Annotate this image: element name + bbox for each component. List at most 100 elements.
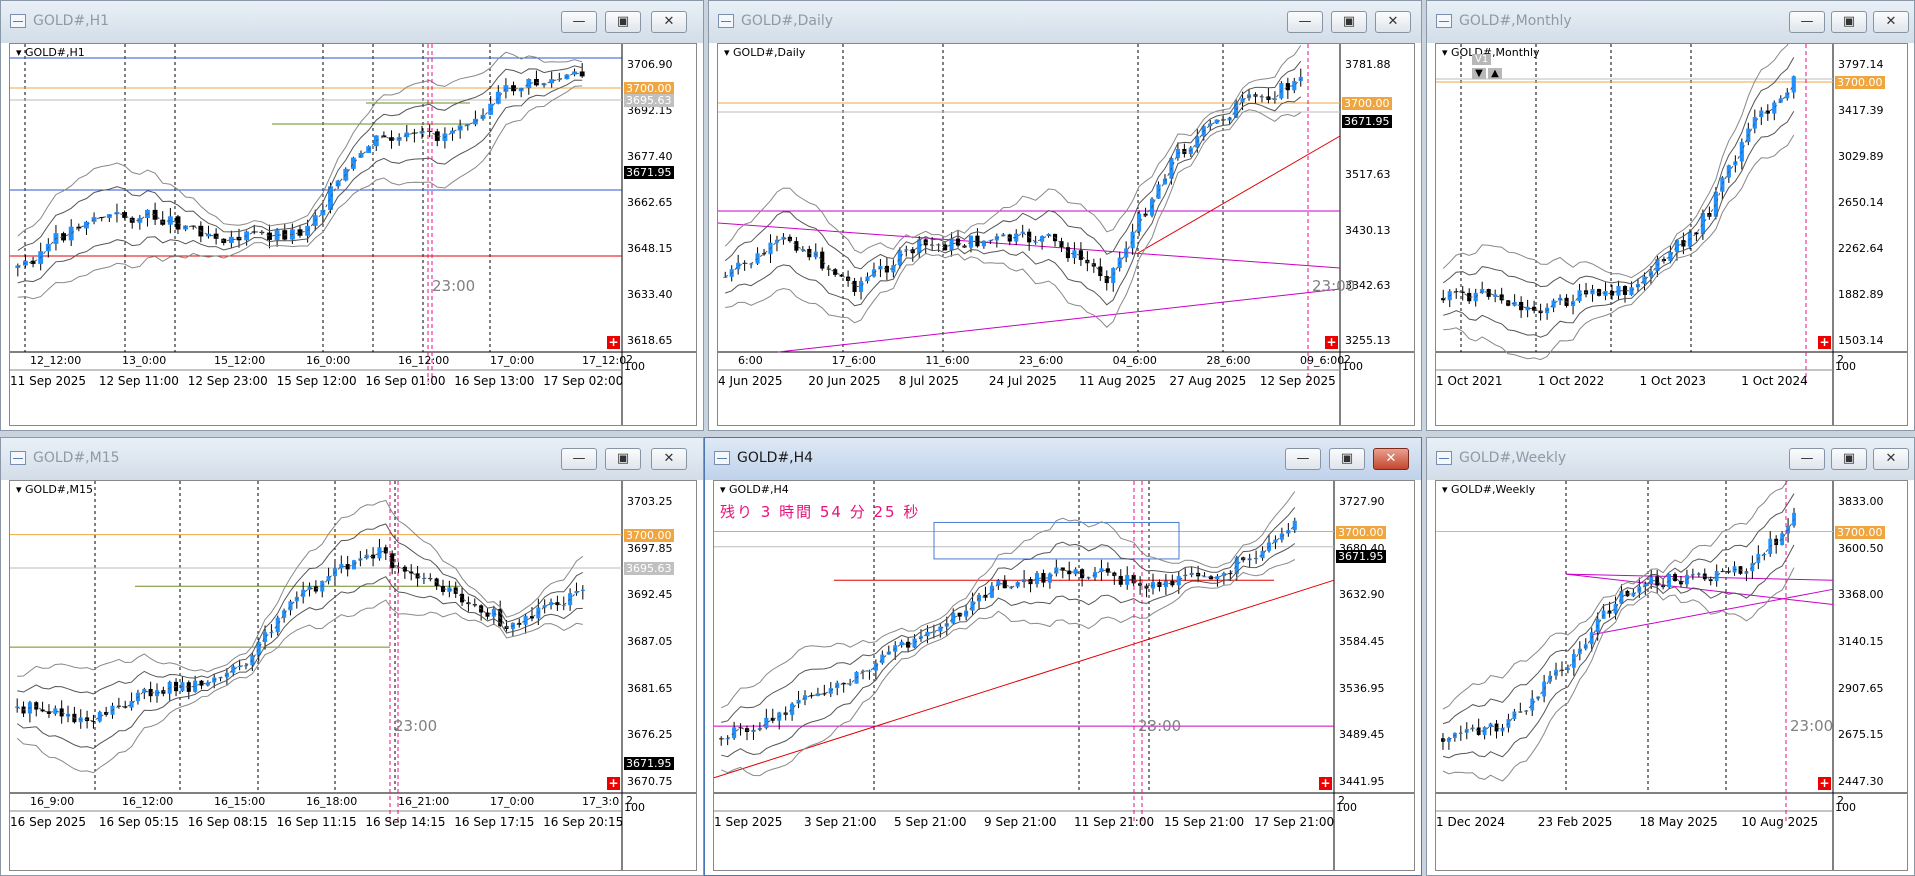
window-title: GOLD#,H1 xyxy=(33,13,110,29)
add-indicator-button[interactable]: + xyxy=(1818,777,1831,790)
candle-body xyxy=(1714,571,1719,582)
time-axis-label: 16_12:00 xyxy=(398,354,450,367)
chart-pane-h4[interactable]: ▾ GOLD#,H4 残り 3 時間 54 分 25 秒 3727.90 3680… xyxy=(713,480,1415,871)
candlestick-chart-svg[interactable] xyxy=(10,481,697,871)
maximize-button[interactable]: ▣ xyxy=(1831,11,1867,33)
add-indicator-button[interactable]: + xyxy=(607,777,620,790)
maximize-button[interactable]: ▣ xyxy=(605,11,641,33)
candle-body xyxy=(1111,268,1116,284)
chart-window-icon xyxy=(10,451,26,465)
candlestick-chart-svg[interactable] xyxy=(10,44,697,426)
session-time-label: 23:00 xyxy=(1312,277,1356,295)
add-indicator-button[interactable]: + xyxy=(607,336,620,349)
candle-body xyxy=(970,601,975,611)
close-button[interactable]: ✕ xyxy=(651,448,687,470)
price-tag-grey: 3695.63 xyxy=(624,562,674,576)
candle-body xyxy=(1655,576,1660,586)
candle-body xyxy=(955,238,961,246)
symbol-text: GOLD#,Weekly xyxy=(1451,483,1536,496)
candle-body xyxy=(288,601,293,611)
session-time-label: 23:00 xyxy=(394,717,438,735)
price-axis-label: 3648.15 xyxy=(627,242,673,255)
chart-pane-weekly[interactable]: ▾ GOLD#,Weekly 3833.00 3600.50 3368.00 3140… xyxy=(1435,480,1908,871)
maximize-button[interactable]: ▣ xyxy=(1831,448,1867,470)
window-monthly[interactable]: GOLD#,Monthly — ▣ ✕ ▾ GOLD#,Monthly V1 ▼… xyxy=(1426,0,1915,431)
titlebar-m15[interactable]: GOLD#,M15 — ▣ ✕ xyxy=(1,438,703,480)
candle-body xyxy=(833,269,838,275)
candlestick-chart-svg[interactable] xyxy=(718,44,1415,426)
add-indicator-button[interactable]: + xyxy=(1325,336,1338,349)
candle-body xyxy=(989,585,994,598)
close-button[interactable]: ✕ xyxy=(1373,448,1409,470)
minimize-button[interactable]: — xyxy=(1789,448,1825,470)
session-time-label: 23:00 xyxy=(1790,717,1834,735)
plot-area xyxy=(10,44,622,352)
plot-area xyxy=(10,481,622,793)
window-h1[interactable]: GOLD#,H1 — ▣ ✕ ▾ GOLD#,H1 3706.90 3692.15… xyxy=(0,0,704,431)
minimize-button[interactable]: — xyxy=(561,11,597,33)
date-axis-label: 16 Sep 14:15 xyxy=(365,815,446,829)
titlebar-weekly[interactable]: GOLD#,Weekly — ▣ ✕ xyxy=(1427,438,1914,480)
window-weekly[interactable]: GOLD#,Weekly — ▣ ✕ ▾ GOLD#,Weekly 3833.0… xyxy=(1426,437,1915,876)
v1-badge[interactable]: V1 xyxy=(1472,54,1492,65)
maximize-button[interactable]: ▣ xyxy=(1331,11,1367,33)
candle-body xyxy=(1098,266,1103,277)
titlebar-h1[interactable]: GOLD#,H1 — ▣ ✕ xyxy=(1,1,703,43)
add-indicator-button[interactable]: + xyxy=(1818,336,1831,349)
close-button[interactable]: ✕ xyxy=(1873,448,1909,470)
add-indicator-button[interactable]: + xyxy=(1319,777,1332,790)
candle-body xyxy=(925,631,930,637)
candle-body xyxy=(495,91,501,104)
titlebar-monthly[interactable]: GOLD#,Monthly — ▣ ✕ xyxy=(1427,1,1914,43)
time-axis-label: 16_18:00 xyxy=(306,795,358,808)
date-axis-label: 12 Sep 2025 xyxy=(1259,374,1336,388)
symbol-text: GOLD#,Monthly xyxy=(1451,46,1540,59)
maximize-button[interactable]: ▣ xyxy=(605,448,641,470)
date-axis-label: 12 Sep 23:00 xyxy=(187,374,268,388)
candle-body xyxy=(794,241,799,251)
date-axis-label: 23 Feb 2025 xyxy=(1537,815,1613,829)
arrow-down-icon[interactable]: ▼ xyxy=(1472,68,1486,79)
chart-pane-h1[interactable]: ▾ GOLD#,H1 3706.90 3692.15 3677.40 3662.65 3… xyxy=(9,43,697,426)
time-axis-label: 16_9:00 xyxy=(30,795,75,808)
titlebar-daily[interactable]: GOLD#,Daily — ▣ ✕ xyxy=(709,1,1421,43)
window-m15[interactable]: GOLD#,M15 — ▣ ✕ ▾ GOLD#,M15 3703.25 3697.… xyxy=(0,437,704,876)
date-axis-label: 16 Sep 2025 xyxy=(10,815,87,829)
symbol-label: ▾ GOLD#,Daily xyxy=(724,46,806,59)
price-axis-label: 2650.14 xyxy=(1838,196,1884,209)
titlebar-h4[interactable]: GOLD#,H4 — ▣ ✕ xyxy=(705,438,1421,480)
candle-body xyxy=(1752,117,1757,129)
chart-pane-monthly[interactable]: ▾ GOLD#,Monthly V1 ▼ ▲ 3797.14 3417.39 302… xyxy=(1435,43,1908,426)
maximize-button[interactable]: ▣ xyxy=(1329,448,1365,470)
candlestick-chart-svg[interactable] xyxy=(714,481,1415,871)
window-h4[interactable]: GOLD#,H4 — ▣ ✕ ▾ GOLD#,H4 残り 3 時間 54 分 2… xyxy=(704,437,1422,876)
minimize-button[interactable]: — xyxy=(561,448,597,470)
minimize-button[interactable]: — xyxy=(1789,11,1825,33)
indicator-scale-label: 100 xyxy=(624,360,645,373)
close-button[interactable]: ✕ xyxy=(1873,11,1909,33)
chart-pane-daily[interactable]: ▾ GOLD#,Daily 3781.883606.883517.633430.… xyxy=(717,43,1415,426)
price-axis-label: 3417.39 xyxy=(1838,104,1884,117)
close-button[interactable]: ✕ xyxy=(651,11,687,33)
minimize-button[interactable]: — xyxy=(1285,448,1321,470)
time-axis-label: 09_6:00 xyxy=(1300,354,1345,367)
date-axis-label: 1 Oct 2023 xyxy=(1639,374,1707,388)
chart-window-icon xyxy=(10,14,26,28)
candle-body xyxy=(815,693,820,697)
symbol-label: ▾ GOLD#,M15 xyxy=(16,483,94,496)
date-axis-label: 16 Sep 13:00 xyxy=(454,374,535,388)
candle-body xyxy=(732,727,737,739)
candle-body xyxy=(820,251,825,269)
candle-body xyxy=(1033,241,1038,243)
close-button[interactable]: ✕ xyxy=(1375,11,1411,33)
time-axis-label: 04_6:00 xyxy=(1112,354,1157,367)
candle-body xyxy=(1041,573,1046,583)
candle-body xyxy=(350,157,356,169)
candle-body xyxy=(491,608,496,617)
window-daily[interactable]: GOLD#,Daily — ▣ ✕ ▾ GOLD#,Daily 3781.88 3… xyxy=(708,0,1422,431)
arrow-up-icon[interactable]: ▲ xyxy=(1488,68,1502,79)
price-axis-label: 3618.65 xyxy=(627,334,673,347)
chart-pane-m15[interactable]: ▾ GOLD#,M15 3703.25 3697.85 3692.45 3687.05… xyxy=(9,480,697,871)
minimize-button[interactable]: — xyxy=(1287,11,1323,33)
chart-window-icon xyxy=(1436,14,1452,28)
